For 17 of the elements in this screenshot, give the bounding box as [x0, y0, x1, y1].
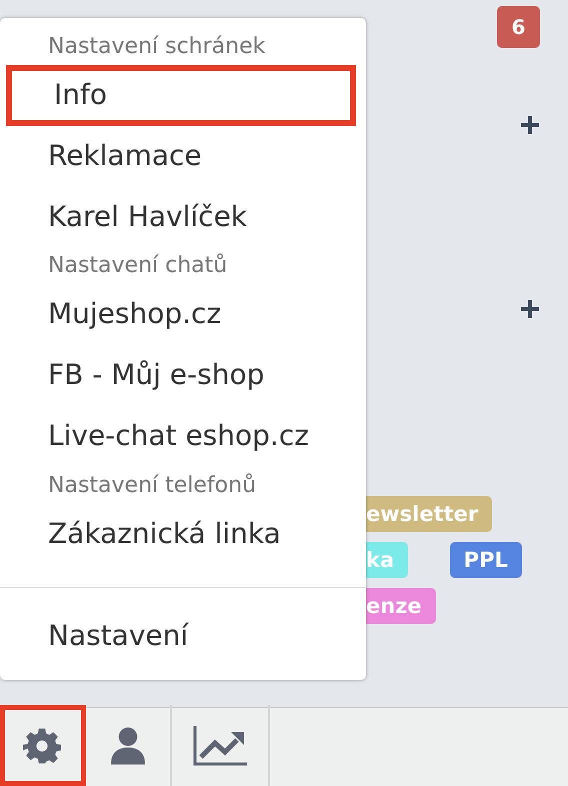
menu-item[interactable]: FB - Můj e-shop [0, 345, 366, 406]
menu-section-header: Nastavení telefonů [47, 472, 258, 500]
count-badge: 6 [497, 6, 540, 48]
line-chart-icon [193, 726, 247, 766]
menu-item[interactable]: Info [6, 65, 356, 126]
user-icon [109, 726, 147, 766]
menu-section-header: Nastavení chatů [47, 252, 228, 280]
menu-item[interactable]: Live-chat eshop.cz [0, 406, 366, 467]
menu-section-header: Nastavení schránek [47, 33, 266, 61]
plus-icon[interactable] [520, 115, 540, 135]
tag[interactable]: PPL [450, 542, 522, 578]
settings-tab[interactable] [0, 705, 86, 786]
menu-item[interactable]: Reklamace [0, 126, 366, 187]
plus-icon[interactable] [520, 299, 540, 319]
menu-item[interactable]: Mujeshop.cz [0, 284, 366, 346]
settings-icon [23, 726, 61, 764]
menu-item[interactable]: Karel Havlíček [0, 186, 366, 248]
